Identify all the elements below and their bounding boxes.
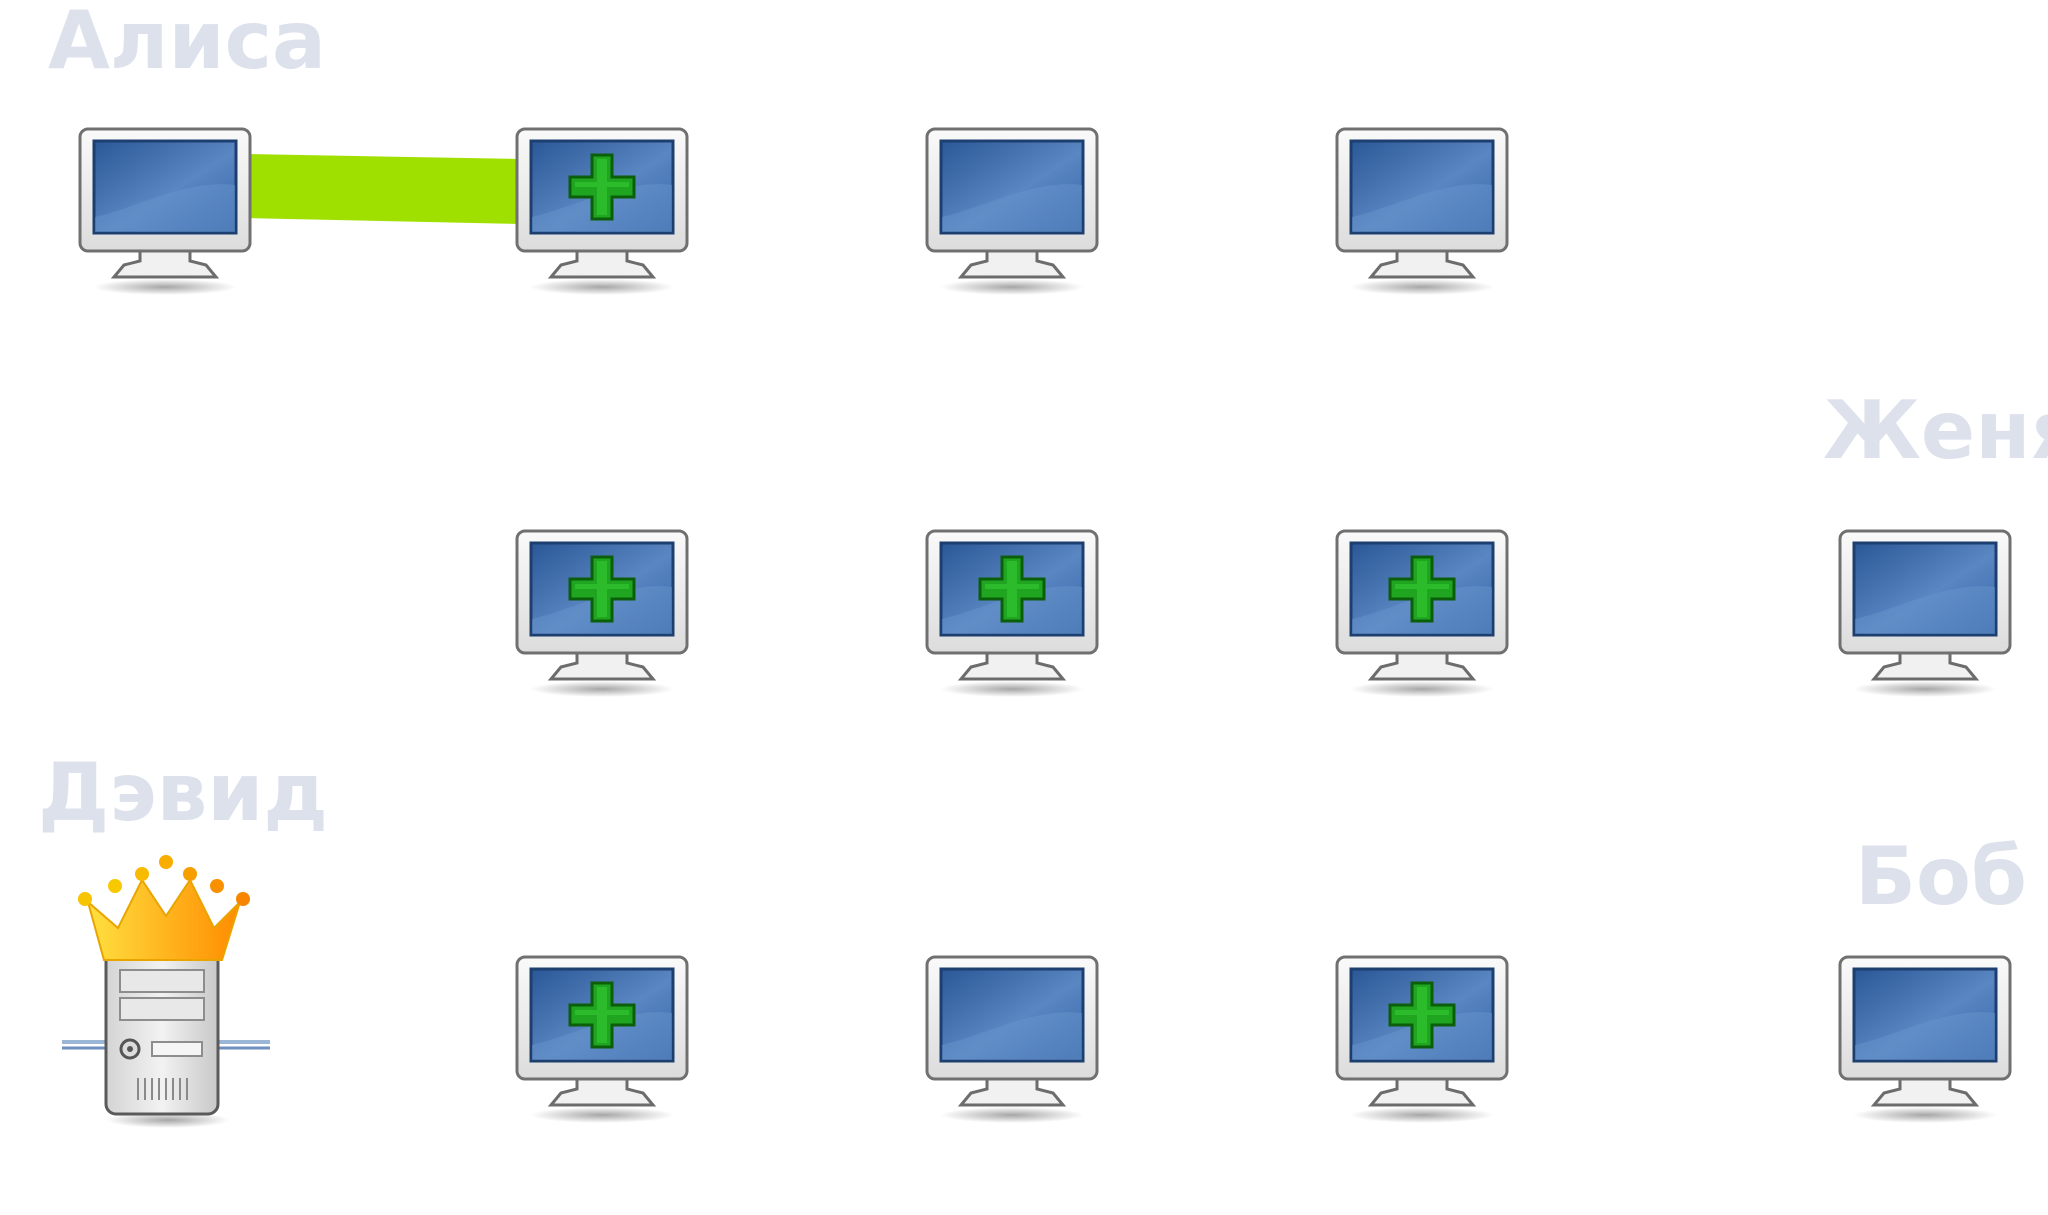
monitor-plus-icon	[925, 529, 1099, 699]
monitor-plus-icon	[515, 529, 689, 699]
label-david: Дэвид	[38, 746, 328, 839]
monitor-icon	[1838, 955, 2012, 1125]
label-zhenya: Женя	[1823, 384, 2048, 477]
label-bob: Боб	[1855, 830, 2027, 923]
monitor-bob[interactable]	[1838, 955, 2013, 1125]
connection-link	[245, 154, 520, 224]
monitor-r3-c3[interactable]	[925, 955, 1100, 1125]
monitor-r2-c3[interactable]	[925, 529, 1100, 699]
monitor-plus-icon	[515, 127, 689, 297]
monitor-r1-c2[interactable]	[515, 127, 690, 297]
monitor-r2-c4[interactable]	[1335, 529, 1510, 699]
monitor-icon	[1335, 127, 1509, 297]
monitor-icon	[925, 955, 1099, 1125]
monitor-plus-icon	[1335, 529, 1509, 699]
monitor-r2-c2[interactable]	[515, 529, 690, 699]
monitor-plus-icon	[515, 955, 689, 1125]
network-diagram: Алиса Женя Дэвид Боб	[0, 0, 2048, 1215]
monitor-icon	[925, 127, 1099, 297]
monitor-r3-c4[interactable]	[1335, 955, 1510, 1125]
monitor-plus-icon	[1335, 955, 1509, 1125]
monitor-r1-c4[interactable]	[1335, 127, 1510, 297]
crowned-server-icon	[62, 855, 270, 1128]
monitor-r3-c2[interactable]	[515, 955, 690, 1125]
label-alice: Алиса	[48, 0, 326, 87]
server-david[interactable]	[58, 850, 274, 1130]
monitor-alice[interactable]	[78, 127, 253, 297]
monitor-r1-c3[interactable]	[925, 127, 1100, 297]
monitor-icon	[1838, 529, 2012, 699]
monitor-zhenya[interactable]	[1838, 529, 2013, 699]
monitor-icon	[78, 127, 252, 297]
